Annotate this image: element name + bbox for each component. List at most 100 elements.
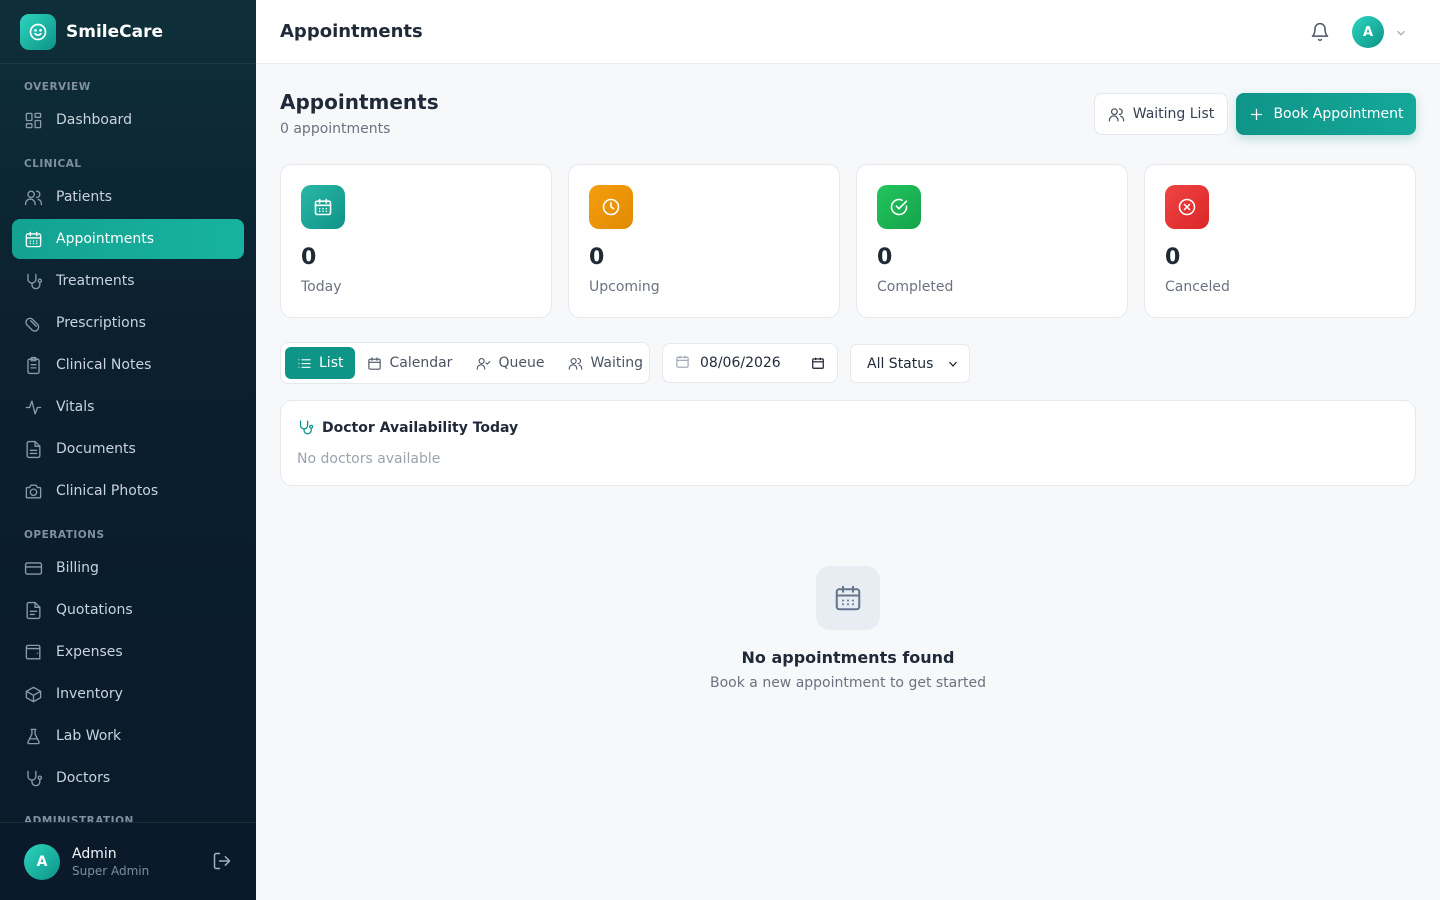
brand-name: SmileCare [66,21,164,42]
status-filter-select[interactable]: All Status [850,344,970,383]
appointment-count: 0 appointments [280,121,391,137]
sidebar-item-quotations[interactable]: Quotations [12,590,244,630]
camera-icon [25,483,42,499]
plus-icon [1251,108,1263,120]
stat-value: 0 [301,245,317,270]
user-role: Super Admin [72,863,150,878]
bell-icon [1311,22,1329,42]
sidebar-item-label: Billing [56,560,99,576]
sidebar-item-clinical-photos[interactable]: Clinical Photos [12,471,244,511]
chevron-down-icon [947,358,959,374]
dashboard-icon [25,112,42,128]
pill-icon [25,317,40,332]
sidebar-item-label: Treatments [56,273,135,289]
calendar-icon [368,356,382,370]
users-icon [569,357,583,370]
brand[interactable]: SmileCare [0,0,256,64]
stat-card-completed: 0 Completed [856,164,1128,318]
sidebar-item-label: Vitals [56,399,95,415]
stat-icon-bg [301,185,345,229]
sidebar-item-inventory[interactable]: Inventory [12,674,244,714]
clock-icon [602,198,620,216]
stethoscope-icon [27,273,43,289]
sidebar-item-label: Doctors [56,770,111,786]
sidebar-item-label: Appointments [56,231,155,247]
waiting-list-button[interactable]: Waiting List [1094,93,1228,135]
sidebar-item-doctors[interactable]: Doctors [12,758,244,798]
activity-icon [25,399,42,415]
check-circle-icon [890,198,908,216]
sidebar-item-label: Clinical Notes [56,357,152,373]
sidebar-item-expenses[interactable]: Expenses [12,632,244,672]
credit-card-icon [24,561,43,575]
sidebar-item-label: Documents [56,441,136,457]
calendar-icon [675,354,690,373]
tab-list[interactable]: List [285,347,356,379]
status-filter-value: All Status [867,355,934,372]
date-picker-icon[interactable] [811,356,825,374]
main-content: Appointments 0 appointments Waiting List… [256,64,1440,900]
stat-value: 0 [589,245,605,270]
user-menu-toggle[interactable] [1394,25,1408,44]
header-avatar[interactable]: A [1352,16,1384,48]
package-icon [25,686,42,702]
page-title: Appointments [280,90,439,114]
tab-label: Queue [498,355,545,371]
x-circle-icon [1178,198,1196,216]
flask-icon [27,728,40,744]
stat-card-upcoming: 0 Upcoming [568,164,840,318]
user-profile[interactable]: A Admin Super Admin [0,822,256,900]
availability-title: Doctor Availability Today [322,419,519,436]
stat-icon-bg [877,185,921,229]
sidebar-item-label: Dashboard [56,112,132,128]
calendar-icon [314,198,332,216]
stat-value: 0 [1165,245,1181,270]
sidebar-item-prescriptions[interactable]: Prescriptions [12,303,244,343]
tab-waiting[interactable]: Waiting [556,347,655,379]
sidebar-item-lab-work[interactable]: Lab Work [12,716,244,756]
header-title: Appointments [280,21,423,42]
stat-label: Upcoming [589,279,660,295]
sidebar-item-treatments[interactable]: Treatments [12,261,244,301]
stat-label: Completed [877,279,954,295]
sidebar-item-clinical-notes[interactable]: Clinical Notes [12,345,244,385]
sidebar-item-appointments[interactable]: Appointments [12,219,244,259]
file-icon [26,601,41,619]
empty-state-subtitle: Book a new appointment to get started [710,675,986,691]
date-input[interactable]: 08/06/2026 [662,343,838,383]
users-icon [24,189,43,205]
notifications-button[interactable] [1310,22,1330,46]
sidebar-item-documents[interactable]: Documents [12,429,244,469]
sidebar-item-label: Prescriptions [56,315,146,331]
doctor-availability-card: Doctor Availability Today No doctors ava… [280,400,1416,486]
section-overview: OVERVIEW [24,81,91,93]
stat-label: Canceled [1165,279,1230,295]
logout-icon [213,852,231,870]
tab-calendar[interactable]: Calendar [355,347,464,379]
users-icon [1108,107,1124,122]
sidebar-item-dashboard[interactable]: Dashboard [12,100,244,140]
clipboard-icon [27,356,40,374]
book-appointment-label: Book Appointment [1273,106,1404,122]
sidebar-item-vitals[interactable]: Vitals [12,387,244,427]
sidebar-item-patients[interactable]: Patients [12,177,244,217]
sidebar-item-label: Patients [56,189,113,205]
user-name: Admin [72,845,117,862]
wallet-icon [25,644,41,660]
top-header: Appointments A [256,0,1440,64]
sidebar-item-billing[interactable]: Billing [12,548,244,588]
tab-queue[interactable]: Queue [464,347,556,379]
date-value: 08/06/2026 [700,355,781,371]
smile-logo-icon [20,13,56,50]
book-appointment-button[interactable]: Book Appointment [1236,93,1416,135]
stat-card-today: 0 Today [280,164,552,318]
avatar: A [24,843,60,880]
file-text-icon [26,440,41,458]
waiting-list-label: Waiting List [1132,106,1215,122]
tab-label: List [319,355,344,371]
stat-icon-bg [589,185,633,229]
stat-value: 0 [877,245,893,270]
sidebar-item-label: Quotations [56,602,133,618]
logout-button[interactable] [212,851,232,875]
calendar-icon [25,231,42,247]
